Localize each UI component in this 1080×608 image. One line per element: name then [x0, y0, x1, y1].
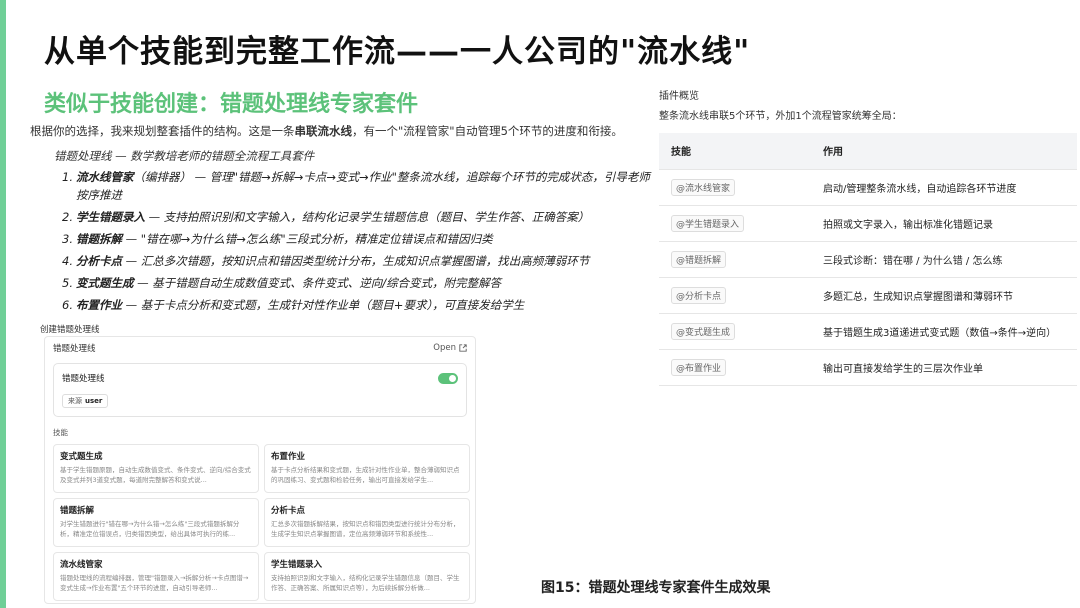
- skill-desc: 错题处理线的流程编排器，管理"错题录入→拆解分析→卡点图谱→变式生成→作业布置"…: [60, 574, 249, 592]
- step-number: 4.: [62, 254, 73, 268]
- step-item: 2. 学生错题录入 — 支持拍照识别和文字输入，结构化记录学生错题信息（题目、学生…: [62, 208, 652, 226]
- intro-bold: 串联流水线: [294, 124, 353, 138]
- skill-desc: 基于卡点分析结果和变式题，生成针对性作业单，整合薄弱知识点的巩固练习、变式题和检…: [271, 466, 460, 484]
- skill-tag: @错题拆解: [671, 250, 727, 268]
- skill-name: 变式题生成: [60, 452, 103, 462]
- step-desc: （编排器） — 管理"错题→拆解→卡点→变式→作业"整条流水线，追踪每个环节的完…: [76, 170, 650, 202]
- intro-text: 根据你的选择，我来规划整套插件的结构。这是一条串联流水线，有一个"流程管家"自动…: [30, 123, 623, 139]
- role-cell: 基于错题生成3道递进式变式题（数值→条件→逆向）: [811, 312, 1077, 349]
- skill-desc: 汇总多次错题拆解结果，按知识点和错因类型进行统计分布分析，生成学生知识点掌握图谱…: [271, 520, 460, 538]
- step-name: 错题拆解: [76, 232, 122, 246]
- source-badge: 来源 user: [62, 394, 109, 408]
- table-row: @学生错题录入 拍照或文字录入，输出标准化错题记录: [659, 204, 1077, 241]
- plugin-panel: 错题处理线 Open 错题处理线 来源 user 技能 变式题生成基于学生错题原题…: [44, 336, 476, 604]
- step-number: 2.: [62, 210, 73, 224]
- skill-name: 学生错题录入: [271, 560, 323, 570]
- skill-name: 错题拆解: [60, 506, 95, 516]
- skill-card[interactable]: 错题拆解对学生错题进行"错在哪→为什么错→怎么练"三段式错题拆解分析，精准定位错…: [53, 498, 259, 547]
- intro-suffix: ，有一个"流程管家"自动管理5个环节的进度和衔接。: [352, 124, 623, 138]
- step-number: 1.: [62, 170, 73, 184]
- table-row: @变式题生成 基于错题生成3道递进式变式题（数值→条件→逆向）: [659, 312, 1077, 349]
- external-link-icon: [459, 344, 467, 352]
- figure-caption: 图15：错题处理线专家套件生成效果: [541, 580, 771, 596]
- role-cell: 启动/管理整条流水线，自动追踪各环节进度: [811, 168, 1077, 205]
- slide-subtitle: 类似于技能创建：错题处理线专家套件: [44, 92, 419, 117]
- skills-label: 技能: [53, 428, 68, 437]
- role-cell: 三段式诊断：错在哪 / 为什么错 / 怎么练: [811, 240, 1077, 277]
- column-header-role: 作用: [811, 133, 1077, 169]
- source-label: 来源: [68, 397, 82, 405]
- skill-desc: 支持拍照识别和文字输入，结构化记录学生错题信息（题目、学生作答、正确答案、所属知…: [271, 574, 460, 592]
- source-value: user: [85, 397, 103, 405]
- panel-header: 错题处理线 Open: [45, 337, 475, 359]
- suite-heading: 错题处理线 — 数学教培老师的错题全流程工具套件: [54, 149, 315, 163]
- open-label: Open: [433, 343, 456, 353]
- column-header-skill: 技能: [659, 133, 811, 169]
- step-number: 5.: [62, 276, 73, 290]
- step-name: 布置作业: [76, 298, 122, 312]
- step-desc: — "错在哪→为什么错→怎么练"三段式分析，精准定位错误点和错因归类: [122, 232, 493, 246]
- open-link[interactable]: Open: [433, 343, 467, 353]
- skill-tag: @流水线管家: [671, 178, 736, 196]
- steps-list: 1. 流水线管家（编排器） — 管理"错题→拆解→卡点→变式→作业"整条流水线，追…: [62, 168, 652, 318]
- role-cell: 输出可直接发给学生的三层次作业单: [811, 348, 1077, 386]
- step-item: 6. 布置作业 — 基于卡点分析和变式题，生成针对性作业单（题目+要求），可直接发…: [62, 296, 652, 314]
- skill-name: 流水线管家: [60, 560, 103, 570]
- skill-tag: @变式题生成: [671, 322, 736, 340]
- step-item: 3. 错题拆解 — "错在哪→为什么错→怎么练"三段式分析，精准定位错误点和错因归…: [62, 230, 652, 248]
- role-cell: 拍照或文字录入，输出标准化错题记录: [811, 204, 1077, 241]
- step-desc: — 支持拍照识别和文字输入，结构化记录学生错题信息（题目、学生作答、正确答案）: [145, 210, 590, 224]
- step-name: 分析卡点: [76, 254, 122, 268]
- skill-tag: @学生错题录入: [671, 214, 745, 232]
- table-row: @错题拆解 三段式诊断：错在哪 / 为什么错 / 怎么练: [659, 240, 1077, 277]
- skill-desc: 对学生错题进行"错在哪→为什么错→怎么练"三段式错题拆解分析，精准定位错误点，归…: [60, 520, 240, 538]
- role-cell: 多题汇总，生成知识点掌握图谱和薄弱环节: [811, 276, 1077, 313]
- skill-card[interactable]: 学生错题录入支持拍照识别和文字输入，结构化记录学生错题信息（题目、学生作答、正确…: [264, 552, 470, 601]
- skill-card[interactable]: 布置作业基于卡点分析结果和变式题，生成针对性作业单，整合薄弱知识点的巩固练习、变…: [264, 444, 470, 493]
- step-name: 流水线管家: [76, 170, 134, 184]
- step-desc: — 基于卡点分析和变式题，生成针对性作业单（题目+要求），可直接发给学生: [122, 298, 525, 312]
- step-item: 1. 流水线管家（编排器） — 管理"错题→拆解→卡点→变式→作业"整条流水线，追…: [62, 168, 652, 204]
- skill-desc: 基于学生错题原题，自动生成数值变式、条件变式、逆向/综合变式及变式并列3道变式题…: [60, 466, 251, 484]
- step-desc: — 汇总多次错题，按知识点和错因类型统计分布，生成知识点掌握图谱，找出高频薄弱环…: [122, 254, 590, 268]
- slide-title: 从单个技能到完整工作流——一人公司的"流水线": [44, 34, 751, 70]
- table-row: @分析卡点 多题汇总，生成知识点掌握图谱和薄弱环节: [659, 276, 1077, 313]
- skill-card[interactable]: 分析卡点汇总多次错题拆解结果，按知识点和错因类型进行统计分布分析，生成学生知识点…: [264, 498, 470, 547]
- step-item: 4. 分析卡点 — 汇总多次错题，按知识点和错因类型统计分布，生成知识点掌握图谱，…: [62, 252, 652, 270]
- left-accent-bar: [0, 0, 6, 608]
- step-desc: — 基于错题自动生成数值变式、条件变式、逆向/综合变式，附完整解答: [133, 276, 502, 290]
- skills-grid: 变式题生成基于学生错题原题，自动生成数值变式、条件变式、逆向/综合变式及变式并列…: [53, 444, 475, 601]
- skill-card[interactable]: 变式题生成基于学生错题原题，自动生成数值变式、条件变式、逆向/综合变式及变式并列…: [53, 444, 259, 493]
- step-name: 学生错题录入: [76, 210, 145, 224]
- step-number: 3.: [62, 232, 73, 246]
- panel-title: 错题处理线: [53, 344, 96, 354]
- panel-caption: 创建错题处理线: [40, 325, 100, 335]
- table-header-row: 技能 作用: [659, 133, 1077, 169]
- enable-toggle[interactable]: [438, 373, 458, 384]
- step-name: 变式题生成: [76, 276, 134, 290]
- overview-title: 插件概览: [659, 91, 699, 102]
- overview-subtitle: 整条流水线串联5个环节，外加1个流程管家统筹全局：: [659, 111, 902, 122]
- overview-table: 技能 作用 @流水线管家 启动/管理整条流水线，自动追踪各环节进度 @学生错题录入…: [659, 133, 1077, 386]
- intro-prefix: 根据你的选择，我来规划整套插件的结构。这是一条: [30, 124, 295, 138]
- plugin-name: 错题处理线: [62, 374, 105, 384]
- table-row: @流水线管家 启动/管理整条流水线，自动追踪各环节进度: [659, 168, 1077, 205]
- table-row: @布置作业 输出可直接发给学生的三层次作业单: [659, 348, 1077, 386]
- skill-name: 分析卡点: [271, 506, 306, 516]
- step-number: 6.: [62, 298, 73, 312]
- skill-tag: @布置作业: [671, 358, 727, 376]
- skill-tag: @分析卡点: [671, 286, 727, 304]
- step-item: 5. 变式题生成 — 基于错题自动生成数值变式、条件变式、逆向/综合变式，附完整解…: [62, 274, 652, 292]
- plugin-card[interactable]: 错题处理线 来源 user: [53, 363, 467, 417]
- skill-card[interactable]: 流水线管家错题处理线的流程编排器，管理"错题录入→拆解分析→卡点图谱→变式生成→…: [53, 552, 259, 601]
- skill-name: 布置作业: [271, 452, 306, 462]
